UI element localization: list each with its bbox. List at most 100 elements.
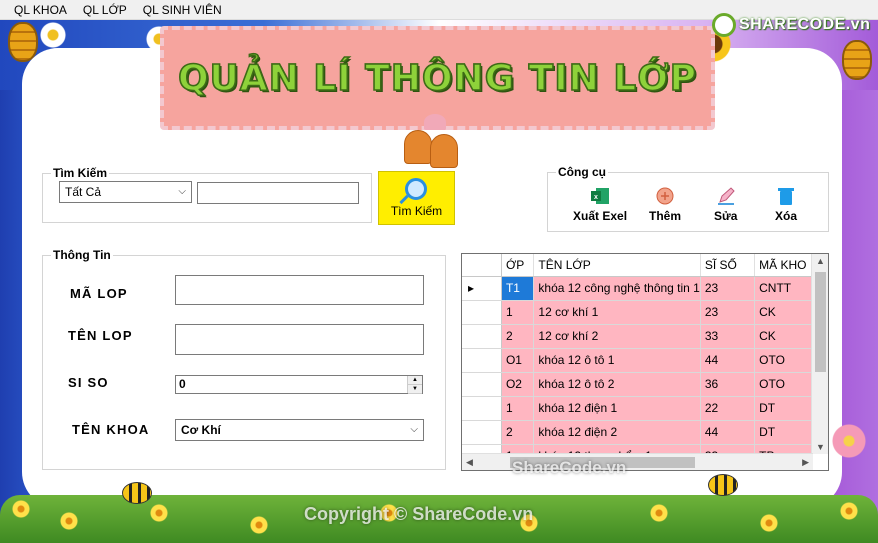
cell-ma-khoa[interactable]: DT bbox=[754, 396, 813, 421]
export-excel-label: Xuất Exel bbox=[573, 209, 628, 223]
cell-si-so[interactable]: 36 bbox=[700, 372, 756, 397]
row-header[interactable] bbox=[462, 420, 502, 445]
cell-ten-lop[interactable]: 12 cơ khí 2 bbox=[533, 324, 701, 349]
add-label: Thêm bbox=[649, 209, 682, 223]
ten-khoa-combo[interactable]: Cơ Khí ⌵ bbox=[175, 419, 424, 441]
cell-ma-lop[interactable]: 2 bbox=[501, 324, 535, 349]
svg-text:x: x bbox=[594, 194, 598, 201]
cell-ma-lop[interactable]: O2 bbox=[501, 372, 535, 397]
export-excel-button[interactable]: x Xuất Exel bbox=[573, 186, 627, 223]
scroll-left-icon[interactable]: ◀ bbox=[466, 457, 473, 468]
excel-icon: x bbox=[591, 188, 610, 204]
cell-ma-khoa[interactable]: CK bbox=[754, 300, 813, 325]
ten-lop-input[interactable] bbox=[175, 324, 424, 355]
cell-ma-khoa[interactable]: OTO bbox=[754, 348, 813, 373]
search-button-label: Tìm Kiếm bbox=[390, 204, 443, 218]
cell-ten-lop[interactable]: khóa 12 ô tô 2 bbox=[533, 372, 701, 397]
table-row[interactable]: O2 khóa 12 ô tô 2 36 OTO bbox=[462, 372, 813, 397]
cell-si-so[interactable]: 33 bbox=[700, 324, 756, 349]
table-row[interactable]: 1 12 cơ khí 1 23 CK bbox=[462, 300, 813, 325]
ma-lop-input[interactable] bbox=[175, 275, 424, 305]
column-header-ma-khoa[interactable]: MÃ KHO bbox=[754, 254, 813, 277]
plus-circle-icon bbox=[656, 187, 674, 205]
cell-si-so[interactable]: 23 bbox=[700, 300, 756, 325]
sharecode-logo: SHARECODE.vn bbox=[712, 10, 872, 40]
cell-ten-lop[interactable]: 12 cơ khí 1 bbox=[533, 300, 701, 325]
class-data-grid[interactable]: ỚP TÊN LỚP SĨ SỐ MÃ KHO ▸ T1 khóa 12 côn… bbox=[461, 253, 829, 471]
cell-si-so[interactable]: 23 bbox=[700, 276, 756, 301]
daisy-icon bbox=[40, 22, 66, 48]
search-button[interactable]: Tìm Kiếm bbox=[378, 171, 455, 225]
trash-icon bbox=[778, 188, 794, 205]
flower-icon bbox=[60, 512, 78, 530]
vertical-scroll-thumb[interactable] bbox=[815, 272, 826, 372]
row-header-corner bbox=[462, 254, 502, 277]
delete-label: Xóa bbox=[775, 209, 798, 223]
menu-ql-sinh-vien[interactable]: QL SINH VIÊN bbox=[135, 0, 230, 20]
row-header[interactable] bbox=[462, 300, 502, 325]
cell-si-so[interactable]: 22 bbox=[700, 396, 756, 421]
ten-khoa-value: Cơ Khí bbox=[181, 423, 221, 437]
stepper-down-icon[interactable]: ▼ bbox=[408, 385, 422, 394]
search-filter-combo[interactable]: Tất Cả ⌵ bbox=[59, 181, 192, 203]
search-group-title: Tìm Kiếm bbox=[51, 166, 110, 180]
column-header-ma-lop[interactable]: ỚP bbox=[501, 254, 535, 277]
delete-button[interactable]: Xóa bbox=[775, 186, 797, 223]
search-input[interactable] bbox=[197, 182, 359, 204]
pencil-icon bbox=[717, 187, 735, 205]
table-row[interactable]: O1 khóa 12 ô tô 1 44 OTO bbox=[462, 348, 813, 373]
table-row[interactable]: 1 khóa 12 điện 1 22 DT bbox=[462, 396, 813, 421]
cell-ma-khoa[interactable]: CNTT bbox=[754, 276, 813, 301]
flower-icon bbox=[12, 500, 30, 518]
sharecode-logo-icon bbox=[712, 13, 736, 37]
scroll-right-icon[interactable]: ▶ bbox=[802, 457, 809, 468]
add-button[interactable]: Thêm bbox=[649, 186, 681, 223]
cell-ten-lop[interactable]: khóa 12 điện 2 bbox=[533, 420, 701, 445]
cell-ma-khoa[interactable]: OTO bbox=[754, 372, 813, 397]
row-header[interactable] bbox=[462, 396, 502, 421]
stepper-buttons[interactable]: ▲ ▼ bbox=[407, 376, 422, 394]
cell-si-so[interactable]: 44 bbox=[700, 420, 756, 445]
scroll-up-icon[interactable]: ▲ bbox=[816, 256, 825, 266]
edit-button[interactable]: Sửa bbox=[714, 186, 737, 223]
chevron-down-icon: ⌵ bbox=[410, 424, 418, 435]
column-header-ten-lop[interactable]: TÊN LỚP bbox=[533, 254, 701, 277]
cell-si-so[interactable]: 44 bbox=[700, 348, 756, 373]
menu-ql-khoa[interactable]: QL KHOA bbox=[6, 0, 75, 20]
flower-icon bbox=[760, 514, 778, 532]
cell-ma-khoa[interactable]: CK bbox=[754, 324, 813, 349]
column-header-si-so[interactable]: SĨ SỐ bbox=[700, 254, 756, 277]
cell-ma-lop[interactable]: 1 bbox=[501, 396, 535, 421]
edit-label: Sửa bbox=[714, 209, 738, 223]
cell-ten-lop[interactable]: khóa 12 điện 1 bbox=[533, 396, 701, 421]
bee-icon bbox=[708, 474, 738, 496]
cell-ma-lop[interactable]: O1 bbox=[501, 348, 535, 373]
cell-ma-lop[interactable]: T1 bbox=[501, 276, 535, 301]
beehive-right-icon bbox=[842, 40, 872, 80]
vertical-scrollbar[interactable]: ▲ ▼ bbox=[811, 254, 828, 454]
flower-icon bbox=[840, 502, 858, 520]
watermark-center: ShareCode.vn bbox=[512, 458, 627, 477]
cell-ten-lop[interactable]: khóa 12 công nghệ thông tin 1 bbox=[533, 276, 701, 301]
chevron-down-icon: ⌵ bbox=[178, 186, 186, 197]
cell-ma-lop[interactable]: 2 bbox=[501, 420, 535, 445]
class-table: ỚP TÊN LỚP SĨ SỐ MÃ KHO ▸ T1 khóa 12 côn… bbox=[462, 254, 813, 454]
stepper-up-icon[interactable]: ▲ bbox=[408, 376, 422, 385]
flower-icon bbox=[150, 504, 168, 522]
si-so-label: SI SO bbox=[68, 375, 109, 390]
cell-ma-khoa[interactable]: DT bbox=[754, 420, 813, 445]
cell-ma-lop[interactable]: 1 bbox=[501, 300, 535, 325]
si-so-stepper[interactable]: 0 ▲ ▼ bbox=[175, 375, 423, 394]
ma-lop-label: MÃ LOP bbox=[70, 286, 128, 301]
table-row[interactable]: 2 khóa 12 điện 2 44 DT bbox=[462, 420, 813, 445]
row-header[interactable] bbox=[462, 324, 502, 349]
row-header[interactable] bbox=[462, 348, 502, 373]
table-row[interactable]: ▸ T1 khóa 12 công nghệ thông tin 1 23 CN… bbox=[462, 276, 813, 301]
table-row[interactable]: 2 12 cơ khí 2 33 CK bbox=[462, 324, 813, 349]
bells-icon bbox=[400, 112, 470, 168]
menu-ql-lop[interactable]: QL LỚP bbox=[75, 0, 135, 20]
scroll-down-icon[interactable]: ▼ bbox=[816, 442, 825, 452]
current-row-arrow-icon: ▸ bbox=[462, 276, 502, 301]
row-header[interactable] bbox=[462, 372, 502, 397]
cell-ten-lop[interactable]: khóa 12 ô tô 1 bbox=[533, 348, 701, 373]
